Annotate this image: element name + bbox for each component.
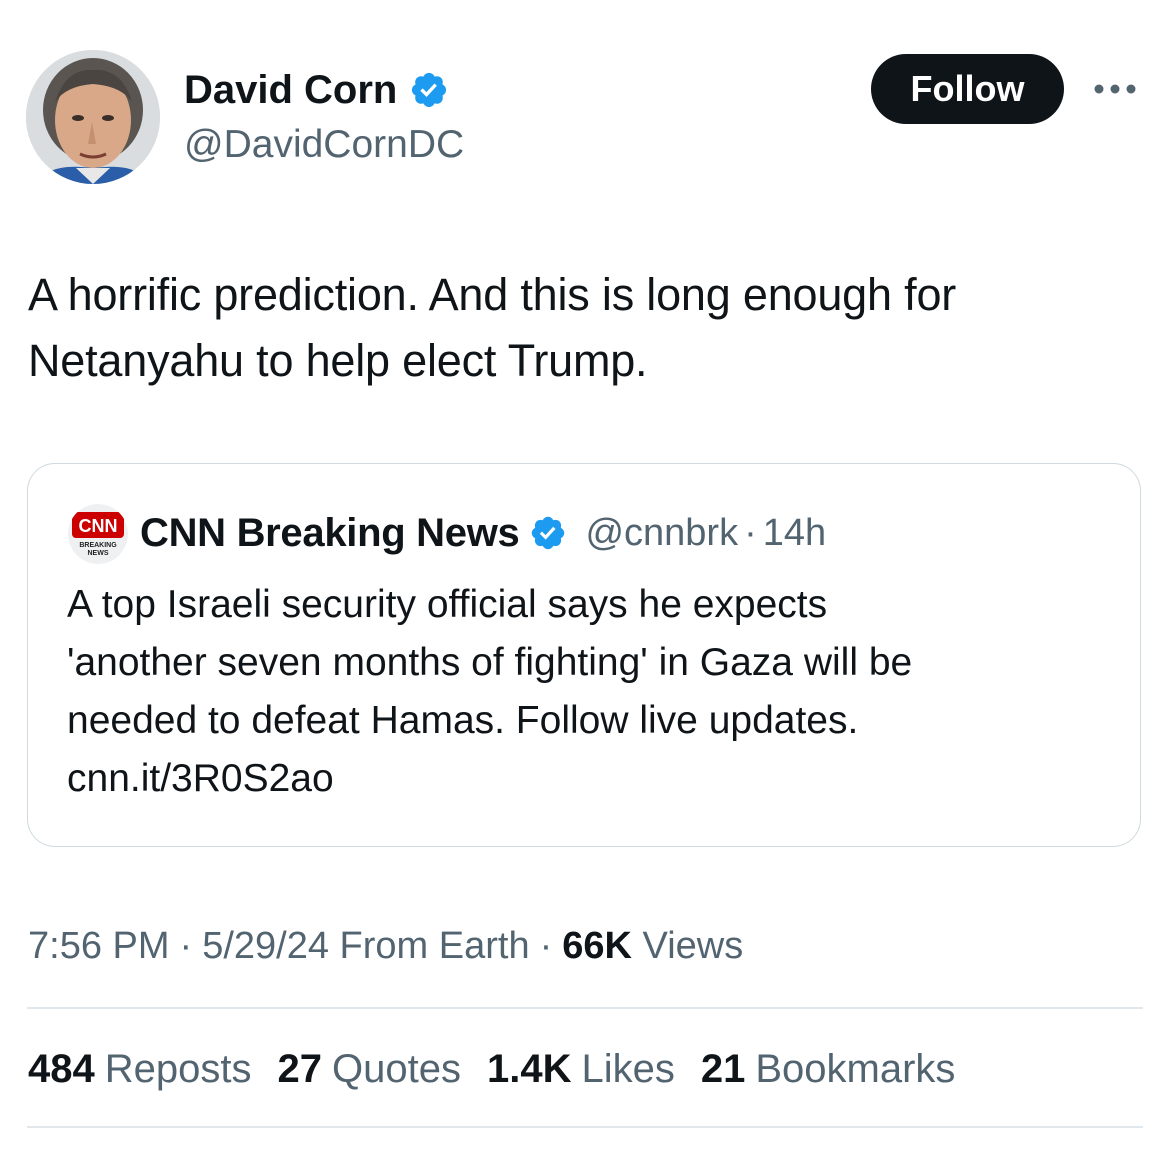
author-handle[interactable]: @DavidCornDC <box>184 122 464 168</box>
more-options-button[interactable] <box>1090 74 1140 104</box>
quotes-stat[interactable]: 27 Quotes <box>278 1040 461 1098</box>
quoted-tweet-card[interactable]: CNN BREAKING NEWS CNN Breaking News @cnn… <box>27 463 1141 847</box>
cnn-logo-sub1: BREAKING <box>79 542 117 549</box>
stat-label: Reposts <box>104 1047 252 1091</box>
views-count: 66K <box>562 925 632 967</box>
quote-separator: · <box>744 511 757 554</box>
tweet-source: From Earth <box>339 925 530 967</box>
stat-label: Bookmarks <box>755 1047 956 1091</box>
engagement-stats: 484 Reposts 27 Quotes 1.4K Likes 21 Bookmark… <box>28 1040 981 1098</box>
quote-text-line: A top Israeli security official says he … <box>67 583 828 626</box>
tweet-time[interactable]: 7:56 PM <box>28 925 170 967</box>
verified-badge-icon <box>412 72 447 108</box>
tweet-text-line: Netanyahu to help elect Trump. <box>28 335 648 386</box>
quote-text-line: needed to defeat Hamas. Follow live upda… <box>67 699 859 742</box>
tweet-date[interactable]: 5/29/24 <box>202 925 329 967</box>
bookmarks-stat[interactable]: 21 Bookmarks <box>701 1040 956 1098</box>
quote-text: A top Israeli security official says he … <box>67 576 1117 808</box>
quote-text-line: 'another seven months of fighting' in Ga… <box>67 641 913 684</box>
quote-author-handle[interactable]: @cnnbrk <box>585 512 738 555</box>
more-horizontal-icon <box>1094 84 1136 94</box>
author-name[interactable]: David Corn <box>184 66 397 114</box>
tweet-meta: 7:56 PM · 5/29/24 From Earth · 66K Views <box>28 918 743 974</box>
likes-stat[interactable]: 1.4K Likes <box>487 1040 675 1098</box>
tweet-text: A horrific prediction. And this is long … <box>28 262 1138 394</box>
author-name-row: David Corn <box>184 66 449 114</box>
cnn-avatar[interactable]: CNN BREAKING NEWS <box>68 504 128 564</box>
divider <box>27 1007 1143 1009</box>
quote-header: CNN Breaking News @cnnbrk · 14h <box>140 504 826 562</box>
cnn-logo-text: CNN <box>79 516 118 536</box>
stat-count: 1.4K <box>486 1047 572 1091</box>
cnn-logo-icon: CNN BREAKING NEWS <box>68 504 128 564</box>
quote-author-name[interactable]: CNN Breaking News <box>140 511 520 556</box>
meta-separator: · <box>179 925 193 967</box>
stat-count: 21 <box>700 1047 746 1091</box>
tweet-text-line: A horrific prediction. And this is long … <box>28 269 957 320</box>
stat-count: 27 <box>277 1047 323 1091</box>
divider <box>27 1126 1143 1128</box>
stat-label: Quotes <box>332 1047 461 1091</box>
views-label: Views <box>642 925 744 967</box>
stat-count: 484 <box>28 1047 95 1091</box>
meta-separator: · <box>539 925 553 967</box>
quote-timestamp[interactable]: 14h <box>763 512 826 555</box>
follow-button[interactable]: Follow <box>871 54 1064 124</box>
quote-link[interactable]: cnn.it/3R0S2ao <box>67 750 1117 808</box>
reposts-stat[interactable]: 484 Reposts <box>28 1040 252 1098</box>
author-avatar[interactable] <box>26 50 160 184</box>
verified-badge-icon <box>532 516 565 550</box>
cnn-logo-sub2: NEWS <box>88 550 109 557</box>
avatar-portrait <box>26 50 160 184</box>
stat-label: Likes <box>581 1047 675 1091</box>
